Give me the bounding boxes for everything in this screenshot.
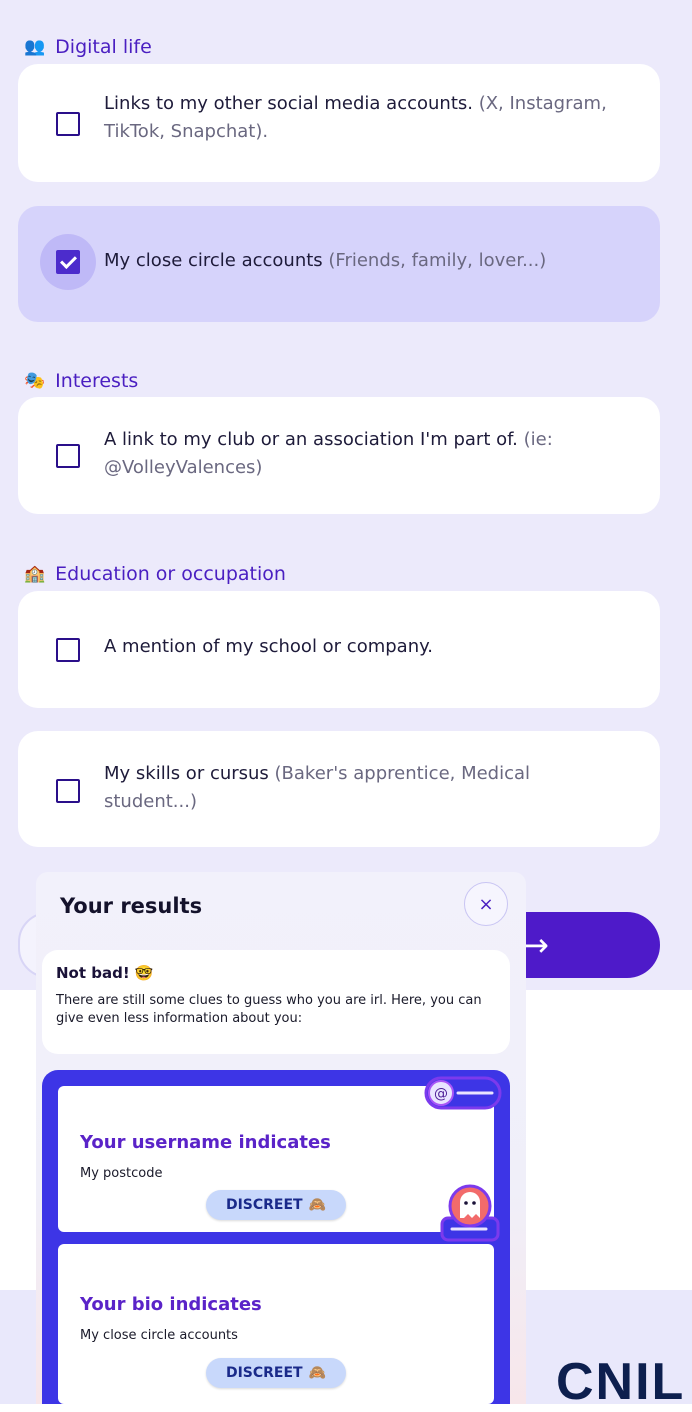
option-label: Links to my other social media accounts. bbox=[104, 93, 473, 114]
arrow-right-icon: → bbox=[522, 926, 549, 964]
results-title: Your results bbox=[60, 894, 203, 918]
results-list: Your username indicates My postcode DISC… bbox=[42, 1070, 510, 1404]
option-text: My skills or cursus (Baker's apprentice,… bbox=[104, 760, 620, 816]
see-no-evil-icon: 🙈 bbox=[308, 1197, 327, 1213]
summary-title: Not bad! 🤓 bbox=[56, 964, 154, 982]
section-title-label: Interests bbox=[55, 370, 139, 392]
option-card-social-links[interactable]: Links to my other social media accounts.… bbox=[18, 64, 660, 182]
results-panel: Your results × Not bad! 🤓 There are stil… bbox=[36, 872, 526, 1404]
checkbox-school[interactable] bbox=[56, 638, 80, 662]
option-card-skills[interactable]: My skills or cursus (Baker's apprentice,… bbox=[18, 731, 660, 847]
result-card-bio: Your bio indicates My close circle accou… bbox=[58, 1244, 494, 1404]
badge-label: DISCREET bbox=[225, 1365, 303, 1381]
results-summary: Not bad! 🤓 There are still some clues to… bbox=[42, 950, 510, 1054]
svg-text:@: @ bbox=[434, 1086, 448, 1102]
summary-text: There are still some clues to guess who … bbox=[56, 993, 482, 1026]
status-badge: DISCREET 🙈 bbox=[206, 1358, 346, 1388]
option-label: A link to my club or an association I'm … bbox=[104, 429, 518, 450]
section-title-digital-life: 👥 Digital life bbox=[24, 32, 152, 62]
result-card-title: Your bio indicates bbox=[80, 1294, 262, 1315]
bio-ghost-icon bbox=[440, 1184, 500, 1242]
theater-masks-icon: 🎭 bbox=[24, 371, 46, 391]
username-at-icon: @ bbox=[424, 1076, 502, 1110]
section-title-education: 🏫 Education or occupation bbox=[24, 559, 286, 589]
option-text: My close circle accounts (Friends, famil… bbox=[104, 247, 620, 275]
cnil-logo: CNIL bbox=[556, 1353, 686, 1411]
result-card-title: Your username indicates bbox=[80, 1132, 331, 1153]
option-label: My skills or cursus bbox=[104, 763, 269, 784]
option-label: My close circle accounts bbox=[104, 250, 323, 271]
result-card-subtitle: My postcode bbox=[80, 1166, 163, 1181]
checkbox-social-links[interactable] bbox=[56, 112, 80, 136]
see-no-evil-icon: 🙈 bbox=[308, 1365, 327, 1381]
section-title-interests: 🎭 Interests bbox=[24, 366, 138, 396]
option-card-school[interactable]: A mention of my school or company. bbox=[18, 591, 660, 708]
option-hint: (Friends, family, lover...) bbox=[322, 250, 547, 271]
option-card-close-circle[interactable]: My close circle accounts (Friends, famil… bbox=[18, 206, 660, 322]
badge-label: DISCREET bbox=[225, 1197, 303, 1213]
result-card-subtitle: My close circle accounts bbox=[80, 1328, 238, 1343]
option-card-club-link[interactable]: A link to my club or an association I'm … bbox=[18, 397, 660, 514]
option-text: Links to my other social media accounts.… bbox=[104, 90, 620, 146]
people-icon: 👥 bbox=[24, 37, 46, 57]
checkbox-skills[interactable] bbox=[56, 779, 80, 803]
close-icon: × bbox=[478, 893, 494, 915]
section-title-label: Education or occupation bbox=[55, 563, 286, 585]
close-button[interactable]: × bbox=[464, 882, 508, 926]
option-label: A mention of my school or company. bbox=[104, 636, 433, 657]
status-badge: DISCREET 🙈 bbox=[206, 1190, 346, 1220]
school-icon: 🏫 bbox=[24, 564, 46, 584]
checkbox-close-circle[interactable] bbox=[56, 250, 80, 274]
checkbox-club-link[interactable] bbox=[56, 444, 80, 468]
option-text: A mention of my school or company. bbox=[104, 633, 620, 661]
section-title-label: Digital life bbox=[55, 36, 152, 58]
option-text: A link to my club or an association I'm … bbox=[104, 426, 620, 482]
